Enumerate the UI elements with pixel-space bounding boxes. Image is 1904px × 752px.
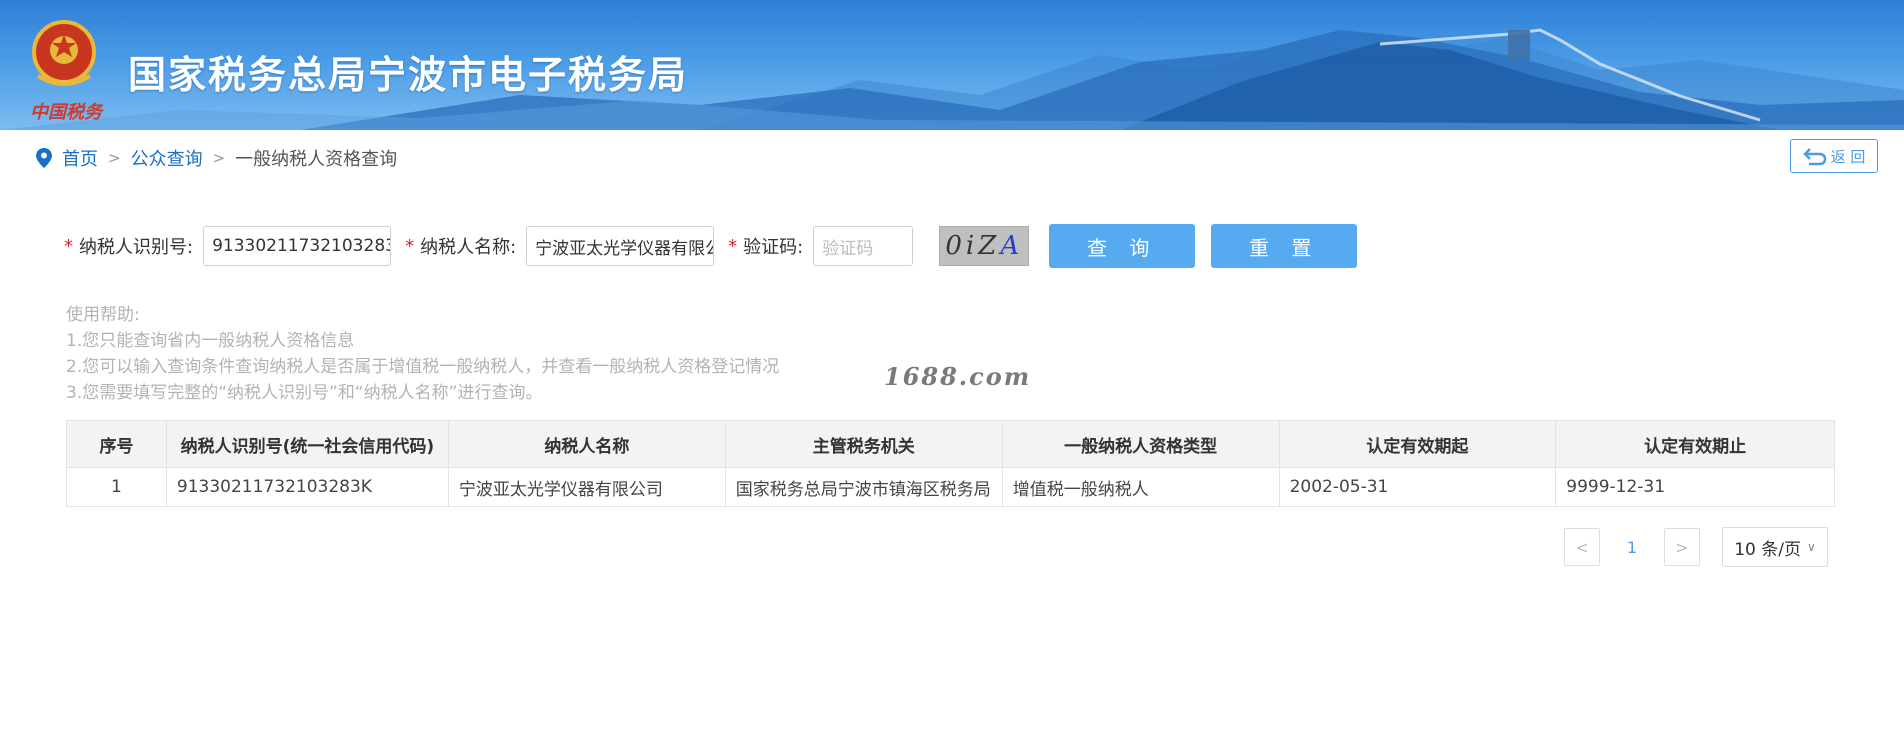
- taxpayer-name-label: 纳税人名称:: [420, 237, 517, 258]
- table-cell: 9999-12-31: [1555, 467, 1835, 507]
- breadcrumb-separator: >: [108, 149, 121, 167]
- taxid-label: 纳税人识别号:: [79, 237, 194, 258]
- table-header-row: 序号 纳税人识别号(统一社会信用代码) 纳税人名称 主管税务机关 一般纳税人资格…: [66, 420, 1835, 468]
- back-button[interactable]: 返 回: [1790, 139, 1878, 173]
- help-line: 3.您需要填写完整的“纳税人识别号”和“纳税人名称”进行查询。: [66, 383, 543, 403]
- table-cell: 2002-05-31: [1278, 467, 1557, 507]
- required-mark: *: [64, 235, 73, 257]
- search-form: * 纳税人识别号: 91330211732103283K * 纳税人名称: 宁波…: [64, 224, 1373, 268]
- column-header: 一般纳税人资格类型: [1001, 420, 1280, 468]
- column-header: 认定有效期止: [1555, 420, 1835, 468]
- table-cell: 1: [66, 467, 167, 507]
- captcha-label: 验证码:: [743, 237, 804, 258]
- column-header: 纳税人识别号(统一社会信用代码): [165, 420, 449, 468]
- captcha-image[interactable]: 0 iZ A: [939, 226, 1030, 266]
- return-arrow-icon: [1802, 148, 1826, 166]
- query-button[interactable]: 查 询: [1049, 224, 1196, 268]
- help-line: 2.您可以输入查询条件查询纳税人是否属于增值税一般纳税人，并查看一般纳税人资格登…: [66, 357, 780, 377]
- column-header: 认定有效期起: [1278, 420, 1557, 468]
- captcha-input[interactable]: 验证码: [813, 226, 914, 266]
- column-header: 序号: [66, 420, 167, 468]
- required-mark: *: [405, 235, 415, 257]
- taxid-input[interactable]: 91330211732103283K: [203, 226, 392, 266]
- captcha-char: A: [1000, 231, 1024, 261]
- captcha-char: iZ: [965, 231, 1001, 261]
- breadcrumb-section-link[interactable]: 公众查询: [131, 145, 203, 171]
- breadcrumb-home-link[interactable]: 首页: [62, 145, 98, 171]
- column-header: 主管税务机关: [724, 420, 1003, 468]
- tax-emblem-logo: 中国税务: [30, 20, 104, 123]
- back-button-label: 返 回: [1830, 147, 1866, 166]
- table-cell: 宁波亚太光学仪器有限公司: [447, 467, 726, 507]
- page-size-select[interactable]: 10 条/页 ∨: [1722, 527, 1828, 567]
- results-table: 序号 纳税人识别号(统一社会信用代码) 纳税人名称 主管税务机关 一般纳税人资格…: [66, 420, 1835, 507]
- taxpayer-name-input[interactable]: 宁波亚太光学仪器有限公司: [526, 226, 715, 266]
- breadcrumb-current: 一般纳税人资格查询: [235, 149, 398, 170]
- breadcrumb-separator: >: [212, 149, 226, 167]
- usage-help: 使用帮助: 1.您只能查询省内一般纳税人资格信息 2.您可以输入查询条件查询纳税…: [66, 302, 779, 406]
- help-title: 使用帮助:: [66, 305, 140, 325]
- table-row: 1 91330211732103283K 宁波亚太光学仪器有限公司 国家税务总局…: [66, 467, 1835, 507]
- site-title: 国家税务总局宁波市电子税务局: [128, 53, 689, 97]
- help-line: 1.您只能查询省内一般纳税人资格信息: [66, 331, 355, 351]
- reset-button[interactable]: 重 置: [1211, 224, 1358, 268]
- column-header: 纳税人名称: [447, 420, 726, 468]
- breadcrumb: 首页 > 公众查询 > 一般纳税人资格查询: [36, 146, 397, 170]
- table-cell: 91330211732103283K: [165, 467, 449, 507]
- page-size-value: 10 条/页: [1734, 539, 1801, 560]
- location-pin-icon: [36, 148, 52, 168]
- pagination: < 1 > 10 条/页 ∨: [1564, 527, 1828, 567]
- svg-text:中国税务: 中国税务: [30, 102, 104, 123]
- chevron-down-icon: ∨: [1806, 540, 1816, 554]
- table-cell: 增值税一般纳税人: [1001, 467, 1280, 507]
- required-mark: *: [728, 235, 738, 257]
- captcha-char: 0: [945, 231, 966, 261]
- prev-page-button[interactable]: <: [1564, 528, 1600, 566]
- current-page-number[interactable]: 1: [1608, 538, 1656, 557]
- table-cell: 国家税务总局宁波市镇海区税务局: [724, 467, 1003, 507]
- site-banner: 中国税务 国家税务总局宁波市电子税务局: [0, 0, 1904, 130]
- watermark-text: 1688.com: [884, 362, 1032, 391]
- next-page-button[interactable]: >: [1664, 528, 1700, 566]
